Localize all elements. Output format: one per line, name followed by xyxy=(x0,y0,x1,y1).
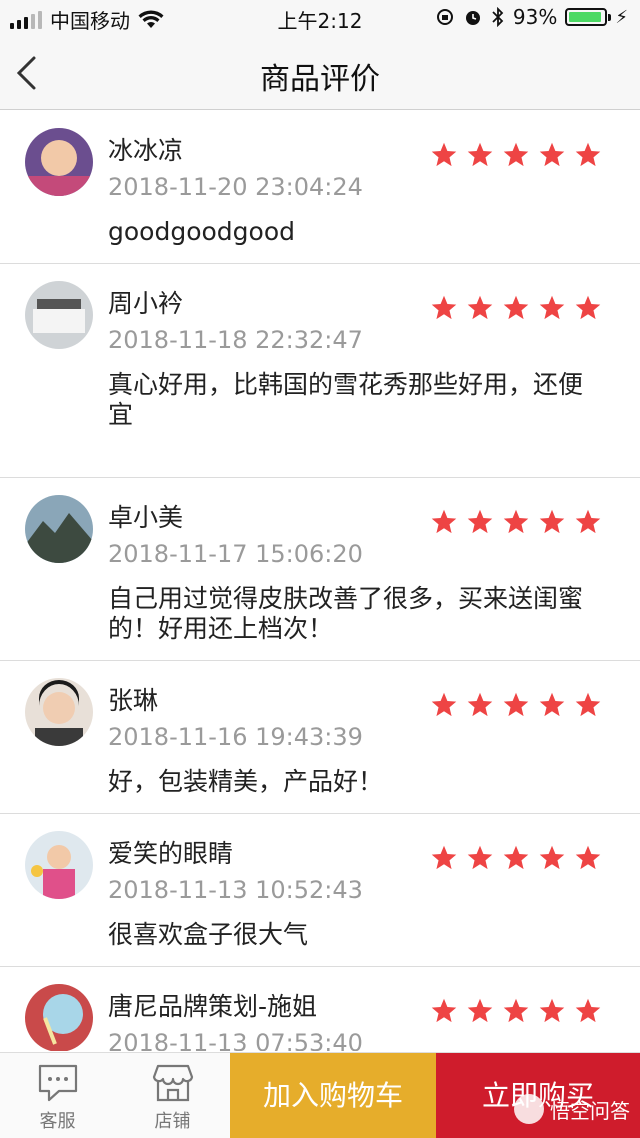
chat-bubble-icon xyxy=(38,1064,78,1102)
battery-icon xyxy=(565,8,612,26)
alarm-icon xyxy=(465,11,480,25)
star-rating xyxy=(430,997,602,1025)
avatar xyxy=(25,495,93,563)
star-rating xyxy=(430,294,602,322)
review-list[interactable]: 冰冰凉 2018-11-20 23:04:24 goodgoodgood 周小衿… xyxy=(0,111,640,1051)
avatar xyxy=(25,128,93,196)
star-icon xyxy=(503,295,529,320)
avatar xyxy=(25,678,93,746)
star-icon xyxy=(539,998,565,1023)
star-icon xyxy=(503,509,529,534)
page-title: 商品评价 xyxy=(260,62,380,97)
star-icon xyxy=(467,998,493,1023)
review-item: 张琳 2018-11-16 19:43:39 好，包装精美，产品好！ xyxy=(0,661,640,814)
review-content: 真心好用，比韩国的雪花秀那些好用，还便宜 xyxy=(108,370,584,429)
review-content: 好，包装精美，产品好！ xyxy=(108,767,384,796)
store-label: 店铺 xyxy=(154,1111,191,1132)
review-date: 2018-11-18 22:32:47 xyxy=(108,326,363,354)
star-icon xyxy=(467,845,493,870)
star-icon xyxy=(503,998,529,1023)
reviewer-name: 卓小美 xyxy=(108,503,184,532)
customer-service-label: 客服 xyxy=(39,1111,76,1132)
nav-bar: 商品评价 xyxy=(0,36,640,110)
star-icon xyxy=(431,295,457,320)
star-rating xyxy=(430,691,602,719)
star-icon xyxy=(575,509,601,534)
star-icon xyxy=(539,509,565,534)
review-date: 2018-11-17 15:06:20 xyxy=(108,540,363,568)
star-rating xyxy=(430,141,602,169)
review-item: 卓小美 2018-11-17 15:06:20 自己用过觉得皮肤改善了很多，买来… xyxy=(0,478,640,661)
reviewer-name: 张琳 xyxy=(108,686,159,715)
store-button[interactable]: 店铺 xyxy=(115,1053,230,1138)
reviewer-name: 冰冰凉 xyxy=(108,136,184,165)
star-icon xyxy=(503,142,529,167)
review-date: 2018-11-16 19:43:39 xyxy=(108,723,363,751)
bluetooth-icon xyxy=(492,7,504,27)
star-icon xyxy=(539,142,565,167)
star-icon xyxy=(575,692,601,717)
star-icon xyxy=(431,845,457,870)
star-icon xyxy=(539,845,565,870)
avatar xyxy=(25,281,93,349)
avatar xyxy=(25,831,93,899)
star-icon xyxy=(431,692,457,717)
customer-service-button[interactable]: 客服 xyxy=(0,1053,115,1138)
review-item: 周小衿 2018-11-18 22:32:47 真心好用，比韩国的雪花秀那些好用… xyxy=(0,264,640,478)
charging-icon: ⚡ xyxy=(615,6,628,28)
star-icon xyxy=(575,845,601,870)
star-rating xyxy=(430,844,602,872)
star-icon xyxy=(467,295,493,320)
star-icon xyxy=(503,692,529,717)
star-rating xyxy=(430,508,602,536)
star-icon xyxy=(575,142,601,167)
star-icon xyxy=(539,295,565,320)
star-icon xyxy=(431,142,457,167)
watermark-logo-icon xyxy=(514,1094,544,1124)
battery-percent: 93% xyxy=(512,5,558,29)
reviewer-name: 周小衿 xyxy=(108,289,184,318)
orientation-lock-icon xyxy=(436,9,453,25)
store-icon xyxy=(152,1064,194,1102)
star-icon xyxy=(575,998,601,1023)
watermark: 悟空问答 xyxy=(514,1094,630,1124)
star-icon xyxy=(539,692,565,717)
reviewer-name: 唐尼品牌策划-施姐 xyxy=(108,992,318,1021)
star-icon xyxy=(467,142,493,167)
review-date: 2018-11-13 10:52:43 xyxy=(108,876,363,904)
star-icon xyxy=(467,692,493,717)
review-content: 自己用过觉得皮肤改善了很多，买来送闺蜜的！好用还上档次！ xyxy=(108,584,584,643)
watermark-text: 悟空问答 xyxy=(550,1098,630,1123)
star-icon xyxy=(467,509,493,534)
star-icon xyxy=(575,295,601,320)
status-bar: 中国移动 上午2:12 93% ⚡ xyxy=(0,0,640,36)
add-to-cart-button[interactable]: 加入购物车 xyxy=(230,1053,436,1138)
review-content: 很喜欢盒子很大气 xyxy=(108,920,309,949)
review-date: 2018-11-20 23:04:24 xyxy=(108,173,363,201)
star-icon xyxy=(431,998,457,1023)
review-item: 唐尼品牌策划-施姐 2018-11-13 07:53:40 xyxy=(0,967,640,1051)
avatar xyxy=(25,984,93,1051)
review-item: 爱笑的眼睛 2018-11-13 10:52:43 很喜欢盒子很大气 xyxy=(0,814,640,967)
star-icon xyxy=(503,845,529,870)
review-item: 冰冰凉 2018-11-20 23:04:24 goodgoodgood xyxy=(0,111,640,264)
reviewer-name: 爱笑的眼睛 xyxy=(108,839,234,868)
review-date: 2018-11-13 07:53:40 xyxy=(108,1029,363,1051)
star-icon xyxy=(431,509,457,534)
review-content: goodgoodgood xyxy=(108,217,295,246)
